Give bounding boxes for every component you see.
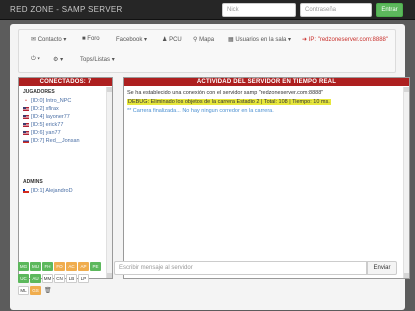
trash-icon[interactable]: 🗑 — [44, 287, 52, 294]
player-name: [ID:4] layoner77 — [31, 114, 70, 120]
color-button-gs[interactable]: GS — [30, 286, 41, 295]
player-item[interactable]: [ID:4] layoner77 — [23, 114, 70, 120]
player-item[interactable]: [ID:7] Red__Jonsan — [23, 138, 80, 144]
player-item[interactable]: [ID:2] xflrax — [23, 106, 59, 112]
color-button-uc[interactable]: UC — [18, 274, 29, 283]
caret-down-icon: ▾ — [37, 56, 40, 62]
flag-icon — [23, 130, 29, 135]
caret-down-icon: ▾ — [111, 57, 115, 63]
menu-foro[interactable]: ■ Foro — [82, 36, 100, 42]
player-name: [ID:6] yan77 — [31, 130, 61, 136]
scrollbar[interactable] — [403, 87, 409, 278]
color-button-lb[interactable]: LB — [66, 274, 77, 283]
scrollbar[interactable] — [106, 87, 112, 278]
users-icon: ▦ — [228, 37, 234, 43]
caret-down-icon: ▾ — [60, 57, 64, 63]
caret-down-icon: ▾ — [288, 37, 292, 43]
player-name: [ID:0] Intro_NPC — [31, 98, 72, 104]
player-name: [ID:1] AlejandroD — [31, 188, 73, 194]
color-button-pe[interactable]: PE — [90, 262, 101, 271]
jugadores-label: JUGADORES — [23, 89, 55, 95]
scroll-down-button[interactable] — [404, 273, 409, 278]
conectados-title: CONECTADOS: 7 — [19, 78, 112, 86]
color-button-cn[interactable]: CN — [54, 274, 65, 283]
gear-icon: ⚙ — [53, 57, 59, 63]
color-button-mu[interactable]: MU — [30, 262, 41, 271]
actividad-title: ACTIVIDAD DEL SERVIDOR EN TIEMPO REAL — [124, 78, 409, 86]
color-button-ml[interactable]: ML — [18, 286, 29, 295]
flag-icon — [23, 114, 29, 119]
app-title: RED ZONE - SAMP SERVER — [10, 5, 123, 14]
flag-icon: • — [25, 97, 27, 104]
comments-icon: ■ — [82, 36, 86, 42]
flag-icon — [23, 106, 29, 111]
map-marker-icon: ⚲ — [193, 37, 198, 43]
player-name: [ID:5] erick77 — [31, 122, 64, 128]
color-button-ap[interactable]: AP — [78, 262, 89, 271]
flag-icon — [23, 138, 29, 143]
arrow-icon: ➜ — [302, 37, 308, 43]
color-button-fh[interactable]: FH — [42, 262, 53, 271]
color-button-ac[interactable]: AC — [66, 262, 77, 271]
player-item[interactable]: [ID:5] erick77 — [23, 122, 63, 128]
log-line-info: ** Carrera finalizada... No hay ningun c… — [127, 108, 274, 114]
enter-button[interactable]: Entrar — [376, 3, 403, 17]
scroll-up-button[interactable] — [107, 87, 112, 92]
color-button-lp[interactable]: LP — [78, 274, 89, 283]
menu-facebook[interactable]: Facebook ▾ — [116, 36, 147, 43]
player-item[interactable]: [ID:1] AlejandroD — [23, 188, 73, 194]
menu-bar: ✉ Contacto ▾ ■ Foro Facebook ▾ ♟ PCU ⚲ M… — [18, 29, 396, 73]
menu-tops[interactable]: Tops/Listas ▾ — [80, 56, 115, 63]
top-navbar: RED ZONE - SAMP SERVER Nick Contraseña E… — [0, 0, 415, 20]
player-name: [ID:2] xflrax — [31, 106, 59, 112]
player-item[interactable]: • [ID:0] Intro_NPC — [23, 98, 71, 104]
nick-input[interactable]: Nick — [222, 3, 296, 17]
caret-down-icon: ▾ — [144, 37, 148, 43]
scroll-up-button[interactable] — [404, 87, 409, 92]
power-menu[interactable]: ⏻ ▾ — [31, 56, 40, 63]
log-line: Se ha establecido una conexión con el se… — [127, 90, 324, 96]
flag-icon — [23, 122, 29, 127]
envelope-icon: ✉ — [31, 37, 37, 43]
player-item[interactable]: [ID:6] yan77 — [23, 130, 61, 136]
scroll-down-button[interactable] — [107, 273, 112, 278]
player-name: [ID:7] Red__Jonsan — [31, 138, 80, 144]
conectados-panel: CONECTADOS: 7 JUGADORES • [ID:0] Intro_NP… — [18, 77, 113, 279]
menu-contacto[interactable]: ✉ Contacto ▾ — [31, 36, 66, 43]
message-input[interactable]: Escribir mensaje al servidor — [114, 261, 367, 275]
log-line-debug: DEBUG: Eliminado los objetos de la carre… — [127, 99, 331, 105]
actividad-panel: ACTIVIDAD DEL SERVIDOR EN TIEMPO REAL Se… — [123, 77, 410, 279]
menu-pcu[interactable]: ♟ PCU — [162, 36, 182, 43]
caret-down-icon: ▾ — [63, 37, 67, 43]
menu-ip[interactable]: ➜ IP: "redzoneserver.com:8888" — [302, 36, 388, 43]
color-button-mg[interactable]: MG — [18, 262, 29, 271]
password-input[interactable]: Contraseña — [300, 3, 372, 17]
user-icon: ♟ — [162, 37, 168, 43]
color-button-mm[interactable]: MM — [42, 274, 53, 283]
main-panel: ✉ Contacto ▾ ■ Foro Facebook ▾ ♟ PCU ⚲ M… — [10, 24, 410, 310]
menu-mapa[interactable]: ⚲ Mapa — [193, 36, 214, 43]
color-button-au[interactable]: AU — [30, 274, 41, 283]
send-button[interactable]: Enviar — [367, 261, 397, 275]
flag-icon — [23, 188, 29, 193]
admins-label: ADMINS — [23, 179, 43, 185]
power-icon: ⏻ — [31, 56, 36, 62]
color-button-fo[interactable]: FO — [54, 262, 65, 271]
settings-menu[interactable]: ⚙ ▾ — [53, 56, 63, 63]
menu-usuarios[interactable]: ▦ Usuarios en la sala ▾ — [228, 36, 291, 43]
